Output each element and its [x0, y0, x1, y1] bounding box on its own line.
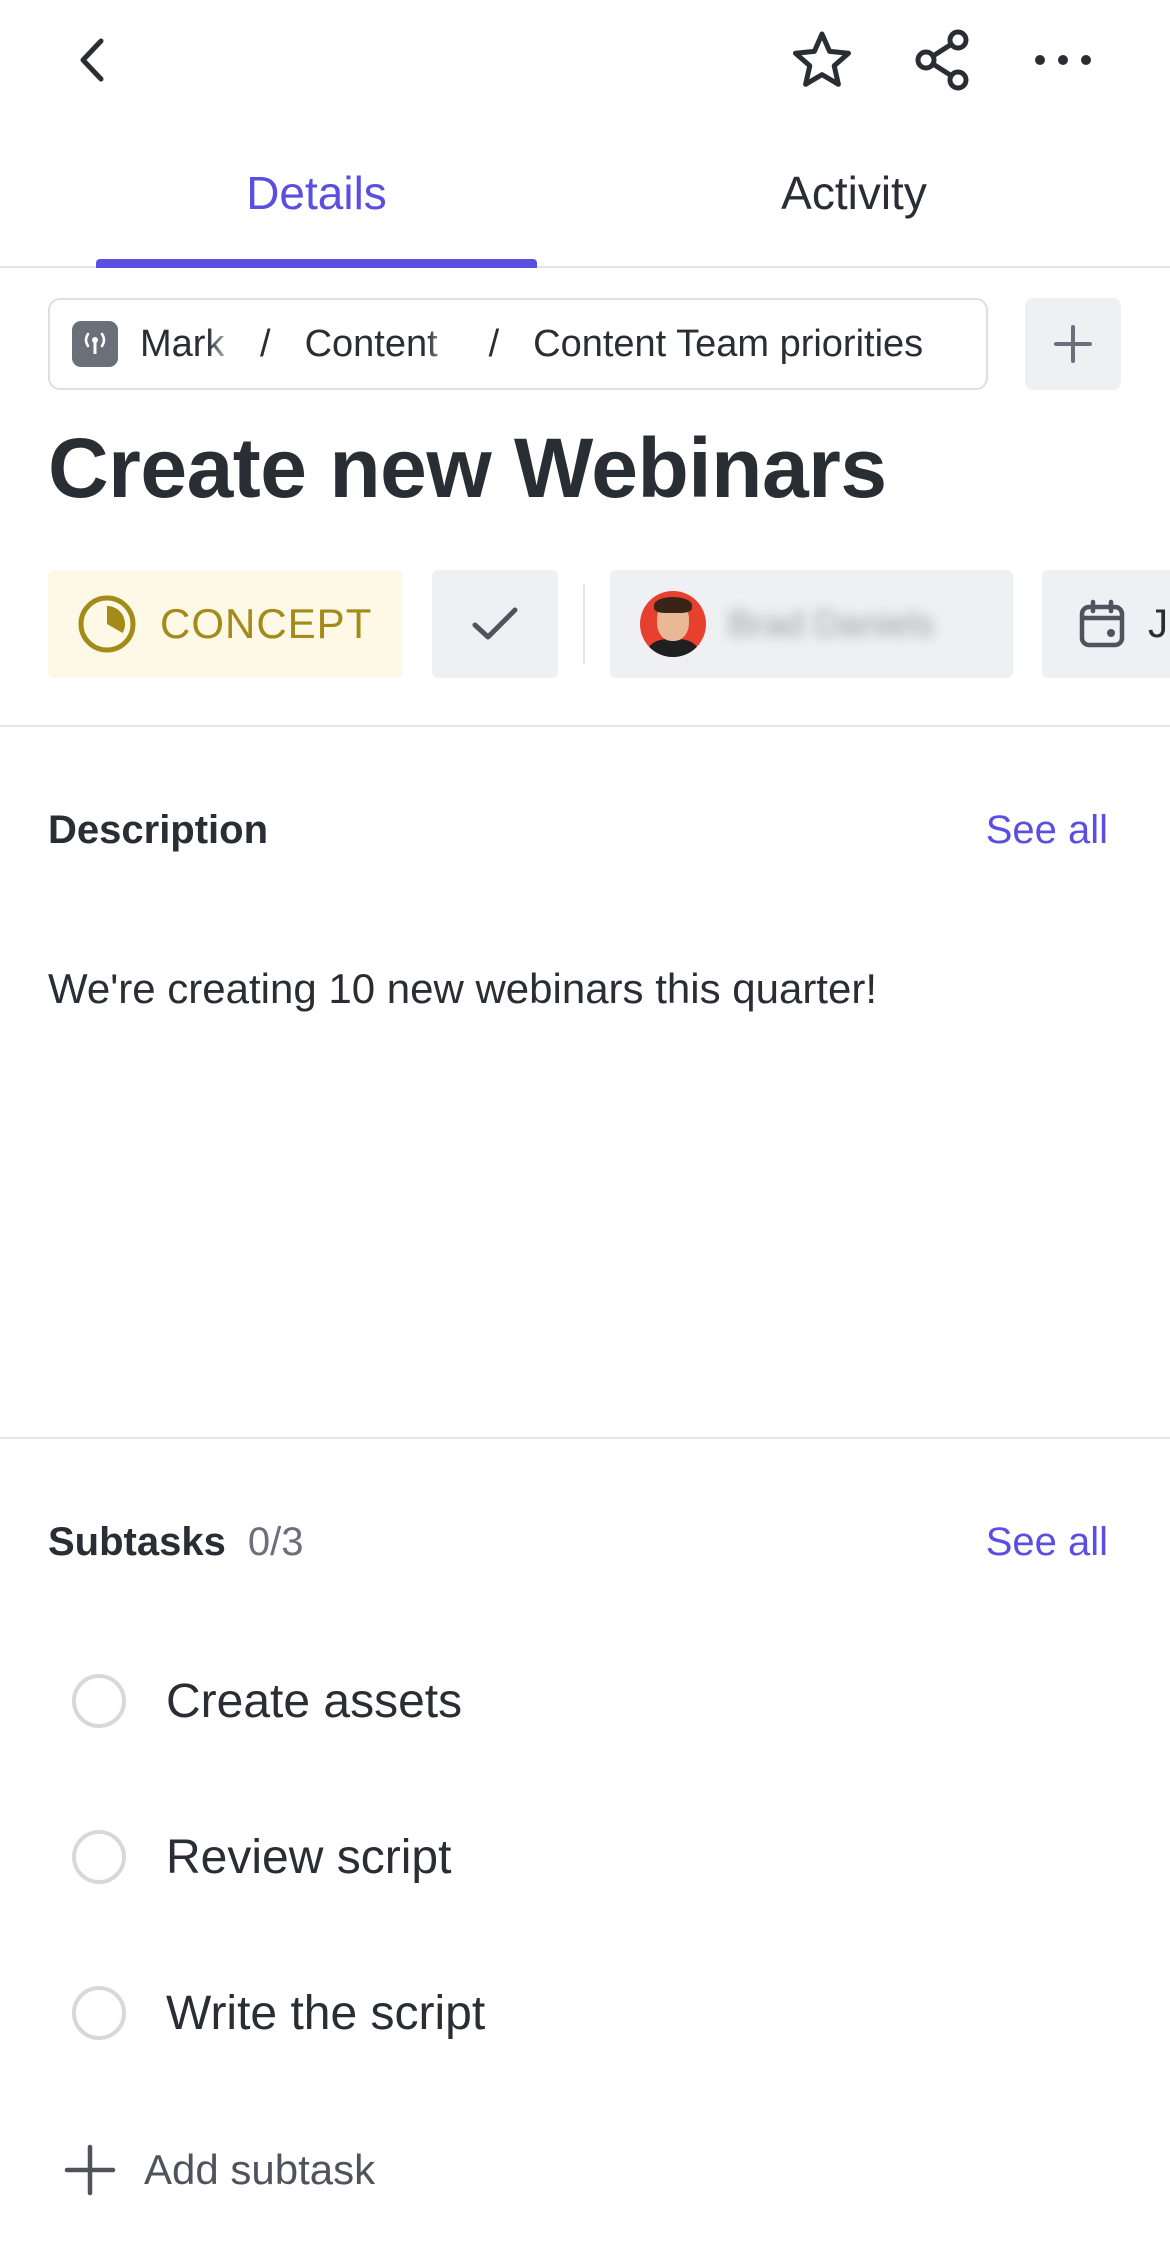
- plus-icon: [64, 2144, 116, 2196]
- breadcrumb-separator: /: [488, 322, 500, 365]
- subtask-label: Write the script: [166, 1986, 486, 2040]
- calendar-icon: [1079, 599, 1125, 648]
- subtask-checkbox[interactable]: [72, 1830, 126, 1884]
- section-divider: [0, 725, 1170, 727]
- subtask-row[interactable]: Create assets: [48, 1651, 1108, 1751]
- more-options-button[interactable]: [1018, 15, 1108, 105]
- status-button[interactable]: CONCEPT: [48, 570, 402, 678]
- subtask-row[interactable]: Review script: [48, 1807, 1108, 1907]
- active-tab-indicator: [96, 259, 537, 268]
- back-button[interactable]: [48, 15, 138, 105]
- section-divider: [0, 1437, 1170, 1439]
- subtask-row[interactable]: Write the script: [48, 1963, 1108, 2063]
- breadcrumb: Mark / Content / Content Team priorities: [48, 298, 988, 390]
- share-icon: [915, 29, 969, 91]
- subtask-checkbox[interactable]: [72, 1674, 126, 1728]
- assignee-button[interactable]: Brad Daniels: [610, 570, 1013, 678]
- share-button[interactable]: [898, 15, 988, 105]
- chip-divider: [583, 584, 585, 664]
- description-text[interactable]: We're creating 10 new webinars this quar…: [48, 965, 877, 1013]
- subtasks-count: 0/3: [247, 1520, 304, 1564]
- tab-activity[interactable]: Activity: [636, 120, 1072, 266]
- breadcrumb-list[interactable]: Content Team priorities: [533, 323, 923, 366]
- subtasks-heading-label: Subtasks: [48, 1520, 226, 1564]
- description-heading: Description: [48, 808, 269, 852]
- due-date-button[interactable]: J: [1042, 570, 1170, 678]
- add-subtask-button[interactable]: Add subtask: [48, 2122, 375, 2218]
- status-progress-icon: [78, 595, 136, 653]
- mark-complete-button[interactable]: [432, 570, 558, 678]
- add-subtask-label: Add subtask: [144, 2146, 376, 2193]
- description-see-all-link[interactable]: See all: [986, 808, 1108, 853]
- assignee-name: Brad Daniels: [728, 603, 935, 644]
- broadcast-icon: [72, 321, 118, 367]
- task-title[interactable]: Create new Webinars: [48, 420, 887, 517]
- breadcrumb-separator: /: [260, 322, 271, 365]
- breadcrumb-space[interactable]: Mark: [140, 322, 236, 366]
- favorite-button[interactable]: [777, 15, 867, 105]
- subtasks-heading: Subtasks 0/3: [48, 1520, 303, 1565]
- tab-bar: Details Activity: [0, 120, 1170, 268]
- task-attributes-row: CONCEPT Brad Daniels J: [0, 570, 1170, 678]
- subtasks-see-all-link[interactable]: See all: [986, 1520, 1108, 1565]
- subtask-label: Create assets: [166, 1674, 463, 1728]
- plus-icon: [1054, 325, 1092, 363]
- star-icon: [793, 31, 851, 87]
- checkmark-icon: [472, 607, 518, 640]
- avatar: [640, 591, 706, 657]
- due-date-label: J: [1148, 601, 1168, 646]
- chevron-left-icon: [80, 38, 104, 82]
- more-horizontal-icon: [1035, 55, 1091, 65]
- add-location-button[interactable]: [1025, 298, 1121, 390]
- breadcrumb-folder[interactable]: Content: [305, 322, 455, 366]
- status-label: CONCEPT: [160, 600, 373, 647]
- top-bar: [0, 0, 1170, 120]
- subtask-checkbox[interactable]: [72, 1986, 126, 2040]
- subtask-label: Review script: [166, 1830, 452, 1884]
- tab-details[interactable]: Details: [96, 120, 537, 266]
